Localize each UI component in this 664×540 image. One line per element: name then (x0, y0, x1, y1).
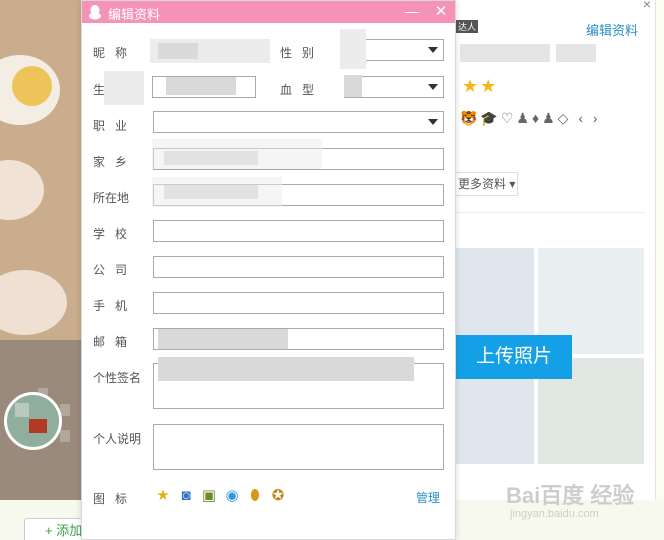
manage-icons-link[interactable]: 管理 (416, 489, 440, 506)
icons-label: 图标 (93, 492, 138, 506)
blurred-location (152, 177, 282, 207)
blurred-nickname (158, 43, 198, 59)
minimize-button[interactable]: — (404, 3, 420, 21)
watermark-logo: Bai百度 经验 (506, 483, 635, 508)
pixelated-area (60, 430, 70, 442)
chevron-down-icon (428, 119, 438, 125)
school-field[interactable] (153, 220, 444, 242)
company-label: 公司 (93, 263, 138, 277)
blurred-name (460, 44, 550, 62)
chevron-down-icon (428, 84, 438, 90)
eye-icon[interactable]: ◉ (223, 487, 241, 505)
edit-profile-dialog: 编辑资料 — ✕ 昵称 性别 生日 血型 职业 家乡 所在地 学校 公司 手机 … (81, 0, 456, 540)
edit-profile-link[interactable]: 编辑资料 (586, 20, 638, 39)
gender-label: 性别 (280, 46, 325, 60)
blurred-birthday (166, 77, 236, 95)
expert-badge: 达人 (456, 20, 479, 33)
avatar[interactable] (4, 392, 62, 450)
pet-icon[interactable]: ✪ (269, 487, 287, 505)
more-info-button[interactable]: 更多资料 ▾ (452, 172, 518, 196)
close-icon[interactable]: × (643, 0, 651, 12)
description-textarea[interactable] (153, 424, 444, 470)
job-label: 职业 (93, 119, 138, 133)
location-label: 所在地 (93, 191, 130, 205)
email-label: 邮箱 (93, 335, 138, 349)
shield-badge-icon[interactable]: ⬮ (246, 487, 264, 505)
company-field[interactable] (153, 256, 444, 278)
icon-list: ★ ◙ ▣ ◉ ⬮ ✪ (154, 487, 287, 505)
blurred-email (158, 329, 288, 349)
divider (456, 212, 646, 213)
hometown-label: 家乡 (93, 155, 138, 169)
profile-background-left (0, 0, 82, 500)
gift-box-icon[interactable]: ▣ (200, 487, 218, 505)
blurred-signature (158, 357, 414, 381)
watermark-logo: jingyan.baidu.com (510, 508, 599, 520)
blurred-value (104, 71, 144, 105)
blurred-value (340, 29, 366, 69)
school-label: 学校 (93, 227, 138, 241)
star-icon[interactable]: ★ (154, 487, 172, 505)
signature-label: 个性签名 (93, 371, 142, 385)
blurred-value (344, 75, 362, 97)
phone-label: 手机 (93, 299, 138, 313)
blood-type-label: 血型 (280, 83, 325, 97)
chevron-down-icon (428, 47, 438, 53)
pixelated-area (60, 404, 70, 416)
background-decoration (0, 270, 67, 335)
nickname-label: 昵称 (93, 46, 138, 60)
dialog-title: 编辑资料 (108, 7, 161, 22)
blurred-hometown (152, 139, 322, 169)
upload-photo-button[interactable]: 上传照片 (456, 335, 572, 379)
badge-icons[interactable]: 🐯🎓♡♟♦♟◇ ‹ › (460, 110, 601, 127)
blurred-name (556, 44, 596, 62)
description-label: 个人说明 (93, 432, 142, 446)
background-decoration (12, 66, 52, 106)
profile-panel-right: 达人 编辑资料 × ★★ 🐯🎓♡♟♦♟◇ ‹ › 更多资料 ▾ 上传照片 (452, 0, 656, 500)
qq-penguin-icon (89, 5, 101, 20)
phone-field[interactable] (153, 292, 444, 314)
camera-icon[interactable]: ◙ (177, 487, 195, 505)
level-stars: ★★ (462, 76, 499, 96)
background-decoration (0, 160, 44, 220)
dialog-titlebar[interactable]: 编辑资料 — ✕ (82, 1, 455, 23)
close-button[interactable]: ✕ (432, 2, 450, 20)
job-select[interactable] (153, 111, 444, 133)
